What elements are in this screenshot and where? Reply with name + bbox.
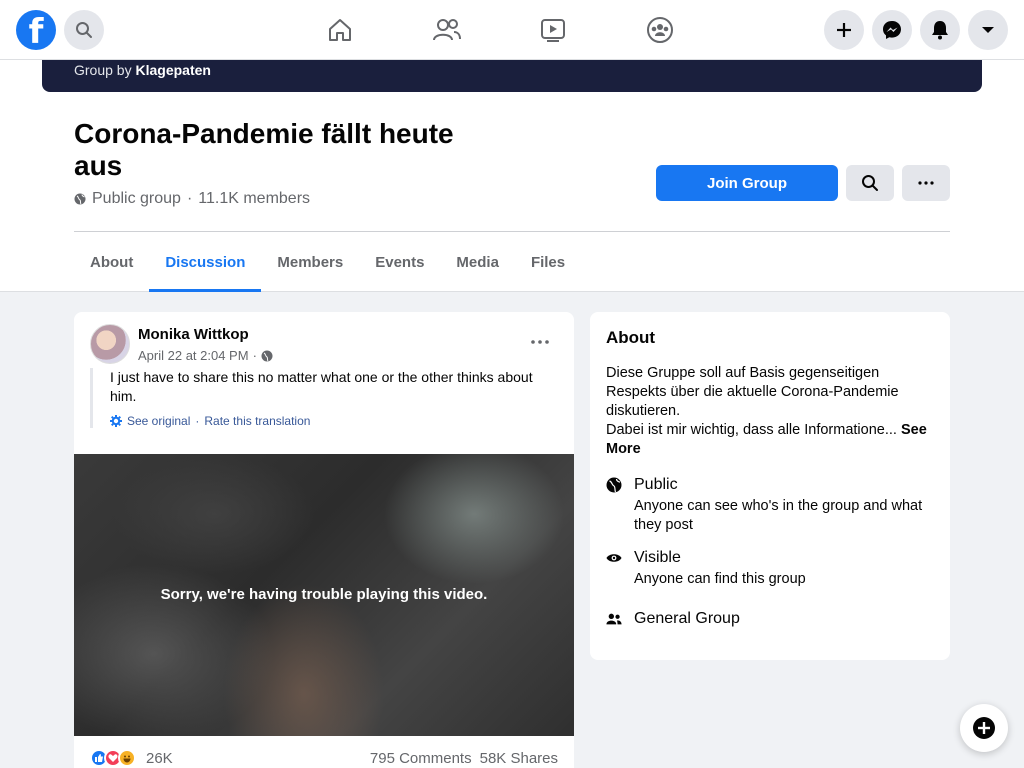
visibility-description: Anyone can find this group bbox=[634, 571, 806, 587]
post-timestamp[interactable]: April 22 at 2:04 PM bbox=[138, 348, 249, 363]
account-menu-button[interactable] bbox=[968, 10, 1008, 50]
more-icon bbox=[531, 340, 549, 344]
search-icon bbox=[862, 175, 878, 191]
group-more-button[interactable] bbox=[902, 165, 950, 201]
globe-icon bbox=[261, 350, 273, 361]
create-icon bbox=[837, 23, 851, 37]
translation-row: See original · Rate this translation bbox=[110, 414, 560, 428]
watch-nav-button[interactable] bbox=[537, 14, 569, 46]
haha-reaction-icon bbox=[118, 749, 136, 767]
groups-nav-button[interactable] bbox=[644, 14, 676, 46]
avatar[interactable] bbox=[90, 324, 130, 364]
home-icon bbox=[329, 19, 351, 41]
about-heading: About bbox=[606, 328, 656, 347]
post-timestamp-row: April 22 at 2:04 PM · bbox=[138, 348, 273, 363]
group-cover-photo: Group by Klagepaten bbox=[42, 60, 982, 92]
tab-files[interactable]: Files bbox=[515, 232, 581, 292]
tab-media[interactable]: Media bbox=[440, 232, 515, 292]
search-button[interactable] bbox=[64, 10, 104, 50]
rate-translation-link[interactable]: Rate this translation bbox=[204, 414, 310, 428]
home-nav-button[interactable] bbox=[324, 14, 356, 46]
group-owner-link[interactable]: Klagepaten bbox=[135, 62, 210, 78]
visibility-info: Visible Anyone can find this group bbox=[606, 548, 936, 589]
gear-icon bbox=[110, 415, 122, 427]
tab-about[interactable]: About bbox=[74, 232, 149, 292]
eye-icon bbox=[606, 554, 622, 562]
join-group-button[interactable]: Join Group bbox=[656, 165, 838, 201]
top-navigation-bar: f bbox=[0, 0, 1024, 60]
post-author[interactable]: Monika Wittkop bbox=[138, 326, 249, 343]
privacy-info: Public Anyone can see who's in the group… bbox=[606, 475, 936, 535]
post-text: I just have to share this no matter what… bbox=[110, 369, 533, 404]
messenger-icon bbox=[883, 21, 901, 39]
group-title[interactable]: Corona-Pandemie fällt heute aus bbox=[74, 118, 494, 182]
group-meta: Public group · 11.1K members bbox=[74, 190, 310, 208]
comments-count[interactable]: 795 Comments bbox=[370, 750, 472, 767]
group-search-button[interactable] bbox=[846, 165, 894, 201]
chevron-down-icon bbox=[982, 27, 994, 33]
notifications-icon bbox=[932, 21, 948, 40]
more-icon bbox=[918, 181, 934, 185]
notifications-button[interactable] bbox=[920, 10, 960, 50]
video-error-message: Sorry, we're having trouble playing this… bbox=[160, 586, 488, 603]
engagement-counts: 795 Comments 58K Shares bbox=[370, 750, 558, 767]
reaction-icons[interactable] bbox=[90, 749, 136, 767]
privacy-description: Anyone can see who's in the group and wh… bbox=[634, 498, 923, 533]
plus-circle-icon bbox=[973, 717, 995, 739]
about-card: About Diese Gruppe soll auf Basis gegens… bbox=[590, 312, 950, 660]
friends-nav-button[interactable] bbox=[431, 14, 463, 46]
group-tabs: About Discussion Members Events Media Fi… bbox=[74, 232, 581, 292]
group-header: Group by Klagepaten Corona-Pandemie fäll… bbox=[0, 60, 1024, 292]
friends-icon bbox=[433, 19, 461, 41]
post-body: I just have to share this no matter what… bbox=[90, 368, 560, 428]
feed-post: Monika Wittkop April 22 at 2:04 PM · I j… bbox=[74, 312, 574, 768]
globe-icon bbox=[606, 477, 622, 493]
tab-discussion[interactable]: Discussion bbox=[149, 232, 262, 292]
facebook-logo[interactable]: f bbox=[16, 10, 56, 52]
privacy-title: Public bbox=[634, 476, 678, 493]
tab-events[interactable]: Events bbox=[359, 232, 440, 292]
people-icon bbox=[606, 613, 622, 625]
privacy-label[interactable]: Public group bbox=[92, 190, 181, 208]
tab-members[interactable]: Members bbox=[261, 232, 359, 292]
video-player[interactable]: Sorry, we're having trouble playing this… bbox=[74, 454, 574, 736]
member-count[interactable]: 11.1K members bbox=[198, 190, 310, 208]
group-type-title: General Group bbox=[634, 610, 740, 627]
visibility-title: Visible bbox=[634, 549, 681, 566]
group-owner-line: Group by Klagepaten bbox=[74, 62, 211, 78]
group-type-info: General Group bbox=[606, 609, 936, 629]
watch-icon bbox=[541, 19, 565, 42]
shares-count[interactable]: 58K Shares bbox=[480, 750, 558, 767]
messenger-button[interactable] bbox=[872, 10, 912, 50]
reactions-bar: 26K 795 Comments 58K Shares bbox=[90, 746, 558, 768]
globe-icon bbox=[74, 193, 86, 205]
about-description: Diese Gruppe soll auf Basis gegenseitige… bbox=[606, 365, 927, 457]
create-button[interactable] bbox=[824, 10, 864, 50]
groups-icon bbox=[647, 17, 673, 43]
new-message-button[interactable] bbox=[960, 704, 1008, 752]
reaction-count[interactable]: 26K bbox=[146, 750, 173, 767]
search-icon bbox=[76, 22, 92, 38]
see-original-link[interactable]: See original bbox=[127, 414, 190, 428]
post-options-button[interactable] bbox=[524, 330, 556, 354]
